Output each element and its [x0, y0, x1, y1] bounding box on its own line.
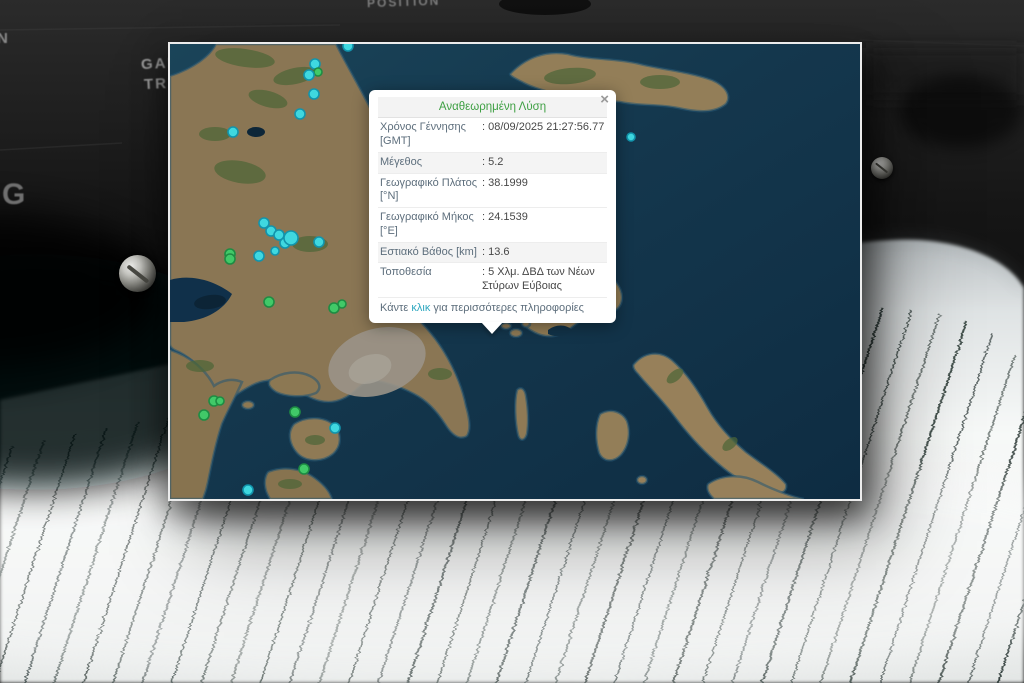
row-label: Τοποθεσία — [380, 266, 482, 294]
scene: N GAIN TRIM ATTENUATOR POSITION G — [0, 0, 1024, 683]
row-label: Γεωγραφικό Πλάτος [°N] — [380, 177, 482, 205]
earthquake-marker[interactable] — [295, 109, 305, 119]
popup-footer: Κάντε κλικ για περισσότερες πληροφορίες — [378, 298, 607, 318]
earthquake-marker[interactable] — [330, 423, 340, 433]
row-label: Μέγεθος — [380, 156, 482, 170]
row-value: : 38.1999 — [482, 177, 605, 205]
earthquake-marker[interactable] — [299, 464, 309, 474]
earthquake-marker[interactable] — [264, 297, 274, 307]
row-label: Εστιακό Βάθος [km] — [380, 246, 482, 260]
earthquake-marker[interactable] — [284, 231, 298, 245]
popup-row: Γεωγραφικό Μήκος [°E]: 24.1539 — [378, 208, 607, 243]
click-link[interactable]: κλικ — [411, 302, 430, 314]
row-label: Γεωγραφικό Μήκος [°E] — [380, 211, 482, 239]
satellite-map[interactable]: × Αναθεωρημένη Λύση Χρόνος Γέννησης [GMT… — [168, 42, 862, 501]
earthquake-marker[interactable] — [343, 44, 353, 51]
screw — [871, 157, 893, 179]
earthquake-marker[interactable] — [314, 68, 322, 76]
popup-row: Εστιακό Βάθος [km]: 13.6 — [378, 243, 607, 264]
device-label-g: G — [2, 178, 25, 212]
earthquake-marker[interactable] — [225, 254, 235, 264]
knob-silhouette — [898, 76, 1022, 148]
earthquake-marker[interactable] — [216, 397, 224, 405]
landmass-kea — [596, 411, 629, 461]
row-value: : 08/09/2025 21:27:56.77 — [482, 121, 605, 149]
earthquake-marker[interactable] — [290, 407, 300, 417]
footer-text: Κάντε — [380, 302, 411, 314]
landmass-makronisos — [515, 388, 528, 440]
earthquake-info-popup: × Αναθεωρημένη Λύση Χρόνος Γέννησης [GMT… — [369, 90, 616, 323]
lake — [247, 127, 265, 137]
earthquake-marker[interactable] — [271, 247, 279, 255]
popup-row: Μέγεθος: 5.2 — [378, 153, 607, 174]
device-label-n: N — [0, 30, 10, 47]
earthquake-marker[interactable] — [228, 127, 238, 137]
footer-text: για περισσότερες πληροφορίες — [430, 302, 584, 314]
popup-rows: Χρόνος Γέννησης [GMT]: 08/09/2025 21:27:… — [378, 118, 607, 298]
popup-row: Τοποθεσία: 5 Χλμ. ΔΒΔ των Νέων Στύρων Εύ… — [378, 263, 607, 298]
earthquake-marker[interactable] — [314, 237, 324, 247]
row-value: : 5.2 — [482, 156, 605, 170]
earthquake-marker[interactable] — [254, 251, 264, 261]
row-value: : 5 Χλμ. ΔΒΔ των Νέων Στύρων Εύβοιας — [482, 266, 605, 294]
earthquake-marker[interactable] — [243, 485, 253, 495]
close-icon[interactable]: × — [600, 91, 609, 110]
landmass-salamis — [269, 373, 320, 397]
row-value: : 24.1539 — [482, 211, 605, 239]
row-value: : 13.6 — [482, 246, 605, 260]
earthquake-marker[interactable] — [338, 300, 346, 308]
popup-title: Αναθεωρημένη Λύση — [378, 97, 607, 118]
row-label: Χρόνος Γέννησης [GMT] — [380, 121, 482, 149]
screw — [119, 255, 156, 292]
popup-pointer — [481, 322, 503, 334]
popup-row: Χρόνος Γέννησης [GMT]: 08/09/2025 21:27:… — [378, 118, 607, 153]
earthquake-marker[interactable] — [627, 133, 635, 141]
earthquake-marker[interactable] — [199, 410, 209, 420]
earthquake-marker[interactable] — [309, 89, 319, 99]
earthquake-marker[interactable] — [304, 70, 314, 80]
popup-row: Γεωγραφικό Πλάτος [°N]: 38.1999 — [378, 174, 607, 209]
